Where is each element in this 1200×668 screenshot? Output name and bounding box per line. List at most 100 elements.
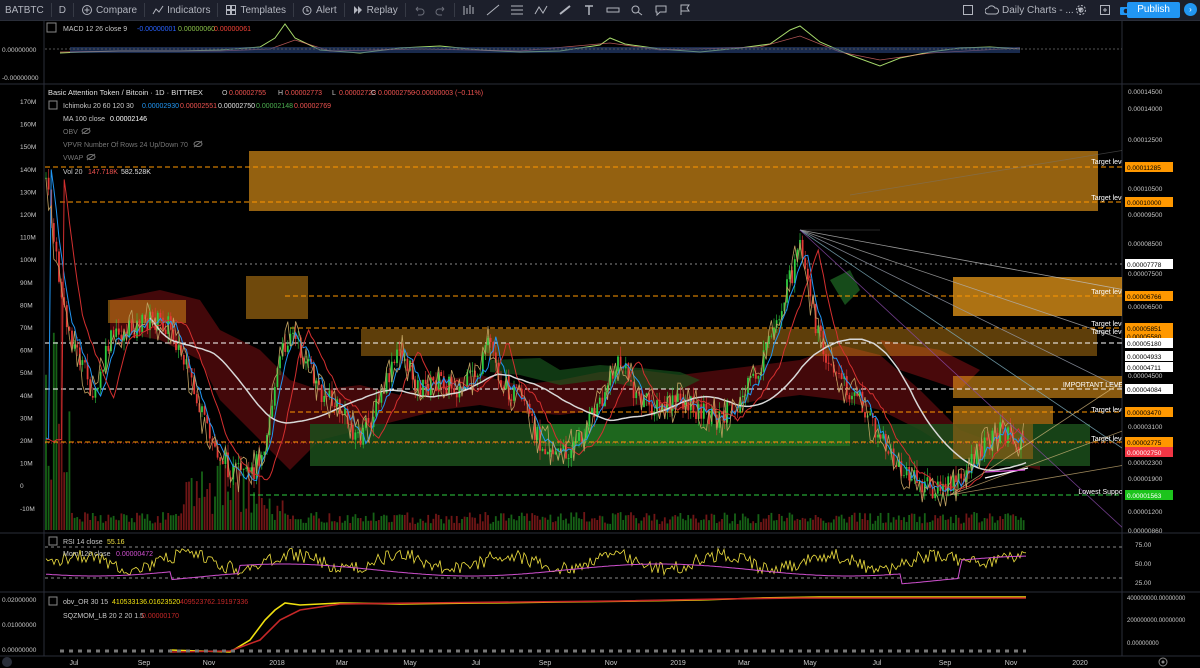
chart-area[interactable]: MACD 12 26 close 9 -0.00000001 0.0000006… <box>0 21 1200 668</box>
volume-bar <box>669 519 671 530</box>
zoom-tool-button[interactable] <box>625 0 649 20</box>
volume-bar <box>497 520 500 530</box>
templates-button[interactable]: Templates <box>220 0 291 20</box>
volume-bar <box>1022 520 1025 530</box>
time-label: Nov <box>203 660 216 667</box>
volume-bar <box>219 457 222 530</box>
volume-bar <box>325 522 328 530</box>
replay-button[interactable]: Replay <box>347 0 403 20</box>
volume-bar <box>908 514 911 530</box>
time-label: May <box>803 660 817 667</box>
volume-bar <box>955 514 957 530</box>
volume-bar <box>765 518 768 530</box>
volume-bar <box>588 521 591 530</box>
compare-button[interactable]: Compare <box>76 0 142 20</box>
volume-bar <box>180 513 183 530</box>
interval-button[interactable]: D <box>54 0 71 20</box>
volume-bar <box>419 518 422 530</box>
volume-bar <box>710 513 713 530</box>
volume-bar <box>903 517 905 530</box>
volume-bar <box>344 520 346 530</box>
volume-tick: 90M <box>20 280 33 287</box>
volume-bar <box>1014 516 1017 530</box>
candle-body <box>510 399 513 401</box>
volume-bar <box>474 517 476 530</box>
rsi-tick-50: 50.00 <box>1135 561 1152 568</box>
candle-body <box>978 444 981 447</box>
measure-tool-button[interactable] <box>601 0 625 20</box>
candle-body <box>648 393 651 405</box>
fullscreen-button[interactable] <box>957 0 979 20</box>
volume-bar <box>47 465 50 530</box>
fib-tool-button[interactable] <box>505 0 529 20</box>
bars-style-button[interactable] <box>457 0 481 20</box>
volume-bar <box>541 516 544 530</box>
volume-bar <box>892 517 895 530</box>
trend-tool-button[interactable] <box>481 0 505 20</box>
volume-bar <box>432 518 435 530</box>
indicators-button[interactable]: Indicators <box>147 0 215 20</box>
volume-bar <box>572 516 575 530</box>
volume-bar <box>520 512 523 530</box>
volume-bar <box>346 515 349 530</box>
volume-bar <box>331 521 333 530</box>
volume-bar <box>747 518 749 530</box>
volume-bar <box>1017 519 1020 530</box>
ohlc-open-value: 0.00002755 <box>229 90 266 97</box>
brush-icon <box>559 5 571 15</box>
ichimoku-value-5: 0.00002769 <box>294 103 331 110</box>
volume-tick: 60M <box>20 348 33 355</box>
price-tick: 0.00009500 <box>1128 212 1163 219</box>
macd-value-1: -0.00000001 <box>137 26 176 33</box>
volume-bar <box>375 521 378 530</box>
symbol-search[interactable]: BATBTC <box>0 0 49 20</box>
volume-bar <box>216 465 219 530</box>
candle-body <box>141 314 144 333</box>
settings-button[interactable] <box>1070 0 1092 20</box>
comment-button[interactable] <box>649 0 673 20</box>
volume-bar <box>203 496 206 530</box>
volume-bar <box>999 516 1002 530</box>
time-label: Nov <box>1005 660 1018 667</box>
vpvr-label: VPVR Number Of Rows 24 Up/Down 70 <box>63 142 188 149</box>
volume-bar <box>237 466 240 530</box>
volume-bar <box>73 517 76 530</box>
volume-bar <box>281 500 284 530</box>
flag-button[interactable] <box>673 0 697 20</box>
candle-body <box>208 423 211 439</box>
ichimoku-label: Ichimoku 20 60 120 30 <box>63 103 134 110</box>
candle-body <box>757 376 760 379</box>
candle-body <box>687 402 690 411</box>
rsi-value: 55.16 <box>107 539 125 546</box>
text-tool-button[interactable] <box>577 0 601 20</box>
volume-bar <box>637 523 640 530</box>
redo-button[interactable] <box>430 0 452 20</box>
right-panel-toggle[interactable]: › <box>1184 3 1197 16</box>
candle-body <box>55 241 58 252</box>
volume-bar <box>193 506 196 530</box>
volume-bar <box>752 521 755 530</box>
time-label: Nov <box>605 660 618 667</box>
volume-bar <box>154 522 157 530</box>
price-tick: 0.00014000 <box>1128 106 1163 113</box>
publish-button[interactable]: Publish <box>1127 2 1180 18</box>
volume-bar <box>723 512 726 530</box>
pattern-tool-button[interactable] <box>529 0 553 20</box>
volume-bar <box>809 518 812 530</box>
candle-body <box>380 390 383 403</box>
volume-bar <box>575 512 578 530</box>
volume-bar <box>523 516 526 530</box>
volume-bar <box>393 515 396 530</box>
undo-button[interactable] <box>408 0 430 20</box>
volume-bar <box>778 513 781 530</box>
toolbar-divider <box>72 3 74 17</box>
volume-bar <box>549 514 552 530</box>
candle-body <box>546 452 549 455</box>
expand-button[interactable] <box>1094 0 1116 20</box>
candle-body <box>825 354 827 363</box>
volume-bar <box>502 513 505 530</box>
brush-tool-button[interactable] <box>553 0 577 20</box>
price-label: 0.00005180 <box>1127 341 1162 348</box>
volume-bar <box>905 521 908 530</box>
alert-button[interactable]: Alert <box>296 0 342 20</box>
